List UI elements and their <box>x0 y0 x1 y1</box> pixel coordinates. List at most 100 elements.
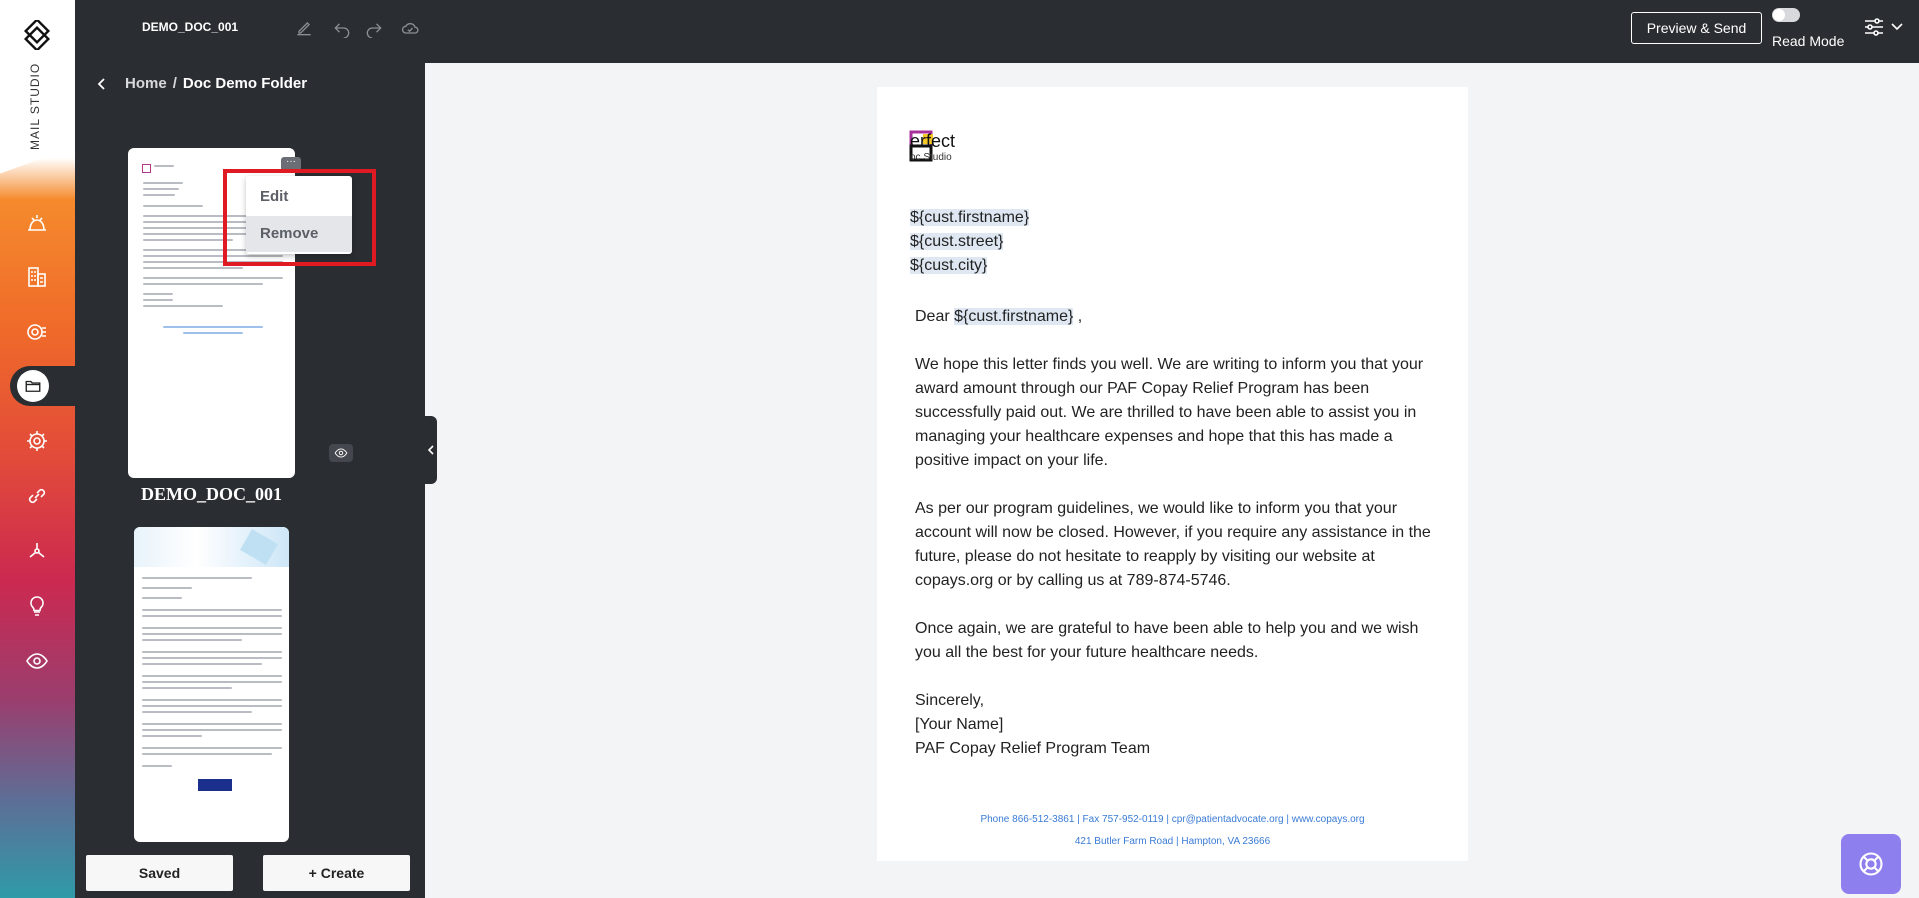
thumb-line <box>142 729 282 731</box>
thumb-line <box>142 711 252 713</box>
thumb-line <box>142 609 282 611</box>
logo-wordmark-line2: oc Studio <box>910 152 952 163</box>
create-button[interactable]: + Create <box>263 855 410 891</box>
thumb-line <box>142 615 282 617</box>
read-mode-toggle[interactable] <box>1772 8 1800 22</box>
back-chevron-icon[interactable] <box>95 77 111 93</box>
folder-icon[interactable] <box>17 370 49 402</box>
collapse-panel-handle[interactable] <box>425 416 437 484</box>
brand-name: MAIL STUDIO <box>28 62 42 150</box>
thumb-line <box>143 182 183 184</box>
thumb-line <box>142 639 242 641</box>
thumb-line <box>142 633 282 635</box>
thumb-line <box>154 165 174 167</box>
paragraph[interactable]: We hope this letter finds you well. We a… <box>915 353 1435 473</box>
chevron-down-icon <box>1891 23 1903 31</box>
thumb-line <box>142 627 282 629</box>
settings-menu[interactable] <box>1862 15 1908 39</box>
document-card-thumbnail[interactable] <box>134 527 289 842</box>
thumb-line <box>142 675 282 677</box>
doc-title: DEMO_DOC_001 <box>142 20 239 34</box>
thumb-line <box>142 597 182 599</box>
read-mode-label: Read Mode <box>1772 33 1845 49</box>
thumb-line <box>143 205 203 207</box>
eye-icon[interactable] <box>22 646 52 676</box>
redo-icon[interactable] <box>362 16 386 40</box>
link-icon[interactable] <box>22 481 52 511</box>
thumb-line <box>143 277 283 279</box>
thumb-line <box>143 239 233 241</box>
address-line[interactable]: ${cust.city} <box>910 257 988 275</box>
closing-line[interactable]: [Your Name] <box>915 713 1435 737</box>
help-lifebuoy-button[interactable] <box>1841 834 1901 894</box>
thumb-line <box>142 663 262 665</box>
thumb-line <box>142 705 282 707</box>
paragraph[interactable]: As per our program guidelines, we would … <box>915 497 1435 593</box>
letter-page[interactable]: erfect oc Studio ${cust.firstname} ${cus… <box>877 87 1468 861</box>
thumb-line <box>143 194 175 196</box>
greeting-suffix: , <box>1077 308 1083 325</box>
thumb-line <box>142 657 282 659</box>
variable-token[interactable]: ${cust.firstname} <box>954 308 1074 325</box>
rail-active-item[interactable] <box>10 366 75 406</box>
toggle-knob <box>1773 9 1785 21</box>
thumb-line <box>142 651 282 653</box>
thumb-line <box>143 267 243 269</box>
address-line[interactable]: ${cust.street} <box>910 233 1004 251</box>
analytics-icon[interactable] <box>22 317 52 347</box>
preview-send-button[interactable]: Preview & Send <box>1631 12 1762 44</box>
closing-line[interactable]: PAF Copay Relief Program Team <box>915 737 1435 761</box>
chevron-left-icon <box>427 445 434 455</box>
logo-wordmark-line1: erfect <box>910 131 956 151</box>
cloud-saved-icon[interactable] <box>398 16 422 40</box>
left-rail: MAIL STUDIO <box>0 0 75 898</box>
thumb-line <box>183 332 243 334</box>
thumb-line <box>142 577 252 579</box>
lifebuoy-icon <box>1859 852 1883 876</box>
thumb-line <box>142 753 272 755</box>
top-bar: DEMO_DOC_001 Preview & Send Read Mode <box>75 0 1919 63</box>
gear-icon[interactable] <box>22 426 52 456</box>
letter-footer-address[interactable]: 421 Butler Farm Road | Hampton, VA 23666 <box>877 836 1468 847</box>
saved-button[interactable]: Saved <box>86 855 233 891</box>
thumb-line <box>143 283 263 285</box>
bulb-icon[interactable] <box>22 591 52 621</box>
paragraph[interactable]: Once again, we are grateful to have been… <box>915 617 1435 665</box>
thumb-line <box>163 326 263 328</box>
thumb-line <box>142 735 202 737</box>
rename-pencil-icon[interactable] <box>292 16 316 40</box>
address-line[interactable]: ${cust.firstname} <box>910 209 1030 227</box>
variable-token[interactable]: ${cust.street} <box>910 233 1004 250</box>
thumb-line <box>142 587 192 589</box>
breadcrumb-home[interactable]: Home <box>125 75 167 92</box>
greeting-prefix: Dear <box>915 308 950 325</box>
card-preview-eye-icon[interactable] <box>329 444 353 462</box>
variable-token[interactable]: ${cust.firstname} <box>910 209 1030 226</box>
letter-footer-contact[interactable]: Phone 866-512-3861 | Fax 757-952-0119 | … <box>877 814 1468 825</box>
greeting[interactable]: Dear ${cust.firstname} , <box>915 305 1435 329</box>
panel-footer: Saved + Create <box>83 847 417 895</box>
thumb-line <box>142 699 282 701</box>
thumb-line <box>142 765 172 767</box>
network-icon[interactable] <box>22 536 52 566</box>
breadcrumb-folder[interactable]: Doc Demo Folder <box>183 75 307 92</box>
templates-icon[interactable] <box>22 262 52 292</box>
closing-line[interactable]: Sincerely, <box>915 689 1435 713</box>
thumb-line <box>142 723 282 725</box>
thumb-line <box>143 188 179 190</box>
breadcrumb: Home / Doc Demo Folder <box>125 75 307 92</box>
thumb-line <box>142 681 282 683</box>
thumb-line <box>143 305 223 307</box>
thumb-line <box>142 747 282 749</box>
thumb-line <box>142 687 232 689</box>
thumb-logo-mark <box>142 164 151 173</box>
thumb-line <box>143 299 173 301</box>
card-title[interactable]: DEMO_DOC_001 <box>128 484 295 505</box>
sliders-icon <box>1865 18 1883 36</box>
highlight-annotation-box <box>223 169 376 266</box>
variable-token[interactable]: ${cust.city} <box>910 257 988 274</box>
dashboard-icon[interactable] <box>22 207 52 237</box>
breadcrumb-separator: / <box>172 75 177 92</box>
undo-icon[interactable] <box>330 16 354 40</box>
mail-studio-logo[interactable] <box>22 20 52 50</box>
